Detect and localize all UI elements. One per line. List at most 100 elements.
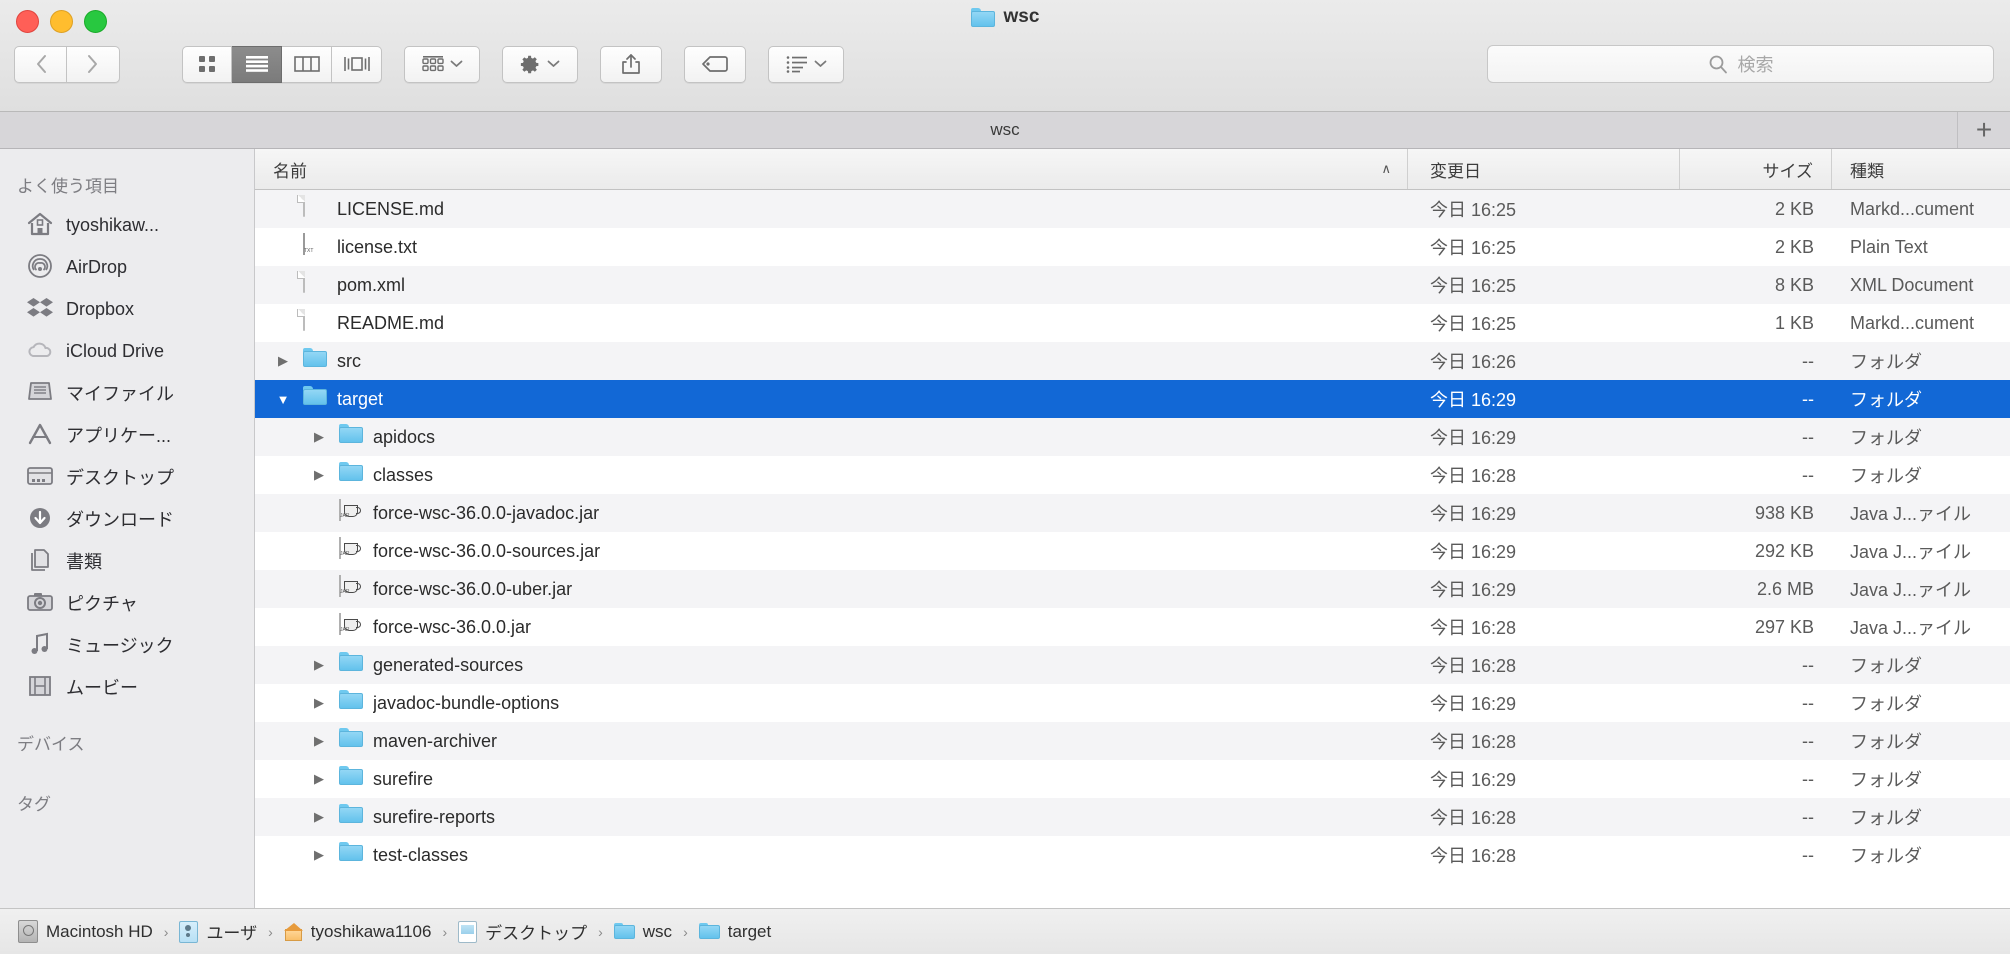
file-icon — [339, 462, 363, 488]
table-row[interactable]: pom.xml 今日 16:25 8 KB XML Document — [255, 266, 2010, 304]
back-button[interactable] — [14, 45, 67, 83]
cloud-icon — [26, 337, 54, 365]
file-icon — [339, 424, 363, 450]
sidebar-item-music[interactable]: ミュージック — [0, 624, 254, 666]
column-view-button[interactable] — [282, 45, 332, 83]
disclosure-triangle-collapsed-icon[interactable]: ▶ — [309, 771, 329, 787]
table-row[interactable]: JAR force-wsc-36.0.0-uber.jar 今日 16:29 2.6 … — [255, 570, 2010, 608]
disclosure-triangle-collapsed-icon[interactable]: ▶ — [309, 695, 329, 711]
path-bar-item[interactable]: ユーザ — [179, 919, 257, 944]
file-rows: LICENSE.md 今日 16:25 2 KB Markd...cument lice… — [255, 190, 2010, 908]
folder-icon — [970, 7, 995, 27]
path-bar-item[interactable]: Macintosh HD — [18, 920, 153, 943]
file-kind: フォルダ — [1850, 428, 1922, 448]
action-menu-button[interactable] — [502, 45, 578, 83]
disclosure-triangle-collapsed-icon[interactable]: ▶ — [309, 809, 329, 825]
table-row[interactable]: ▶ generated-sources 今日 16:28 -- フォルダ — [255, 646, 2010, 684]
file-icon — [303, 386, 327, 412]
document-icon — [303, 309, 305, 331]
table-row[interactable]: JAR force-wsc-36.0.0-javadoc.jar 今日 16:29 9… — [255, 494, 2010, 532]
table-row[interactable]: ▶ classes 今日 16:28 -- フォルダ — [255, 456, 2010, 494]
table-row[interactable]: README.md 今日 16:25 1 KB Markd...cument — [255, 304, 2010, 342]
share-button[interactable] — [600, 45, 662, 83]
sidebar-item-desktop[interactable]: デスクトップ — [0, 456, 254, 498]
table-row[interactable]: JAR force-wsc-36.0.0-sources.jar 今日 16:29 2… — [255, 532, 2010, 570]
table-row[interactable]: ▶ src 今日 16:26 -- フォルダ — [255, 342, 2010, 380]
icon-view-button[interactable] — [182, 45, 232, 83]
file-date-modified: 今日 16:28 — [1430, 466, 1517, 486]
forward-button[interactable] — [67, 45, 120, 83]
folder-icon — [698, 923, 720, 940]
sidebar-item-airdrop[interactable]: AirDrop — [0, 246, 254, 288]
disclosure-triangle-collapsed-icon[interactable]: ▶ — [309, 847, 329, 863]
disclosure-triangle-collapsed-icon[interactable]: ▶ — [273, 353, 293, 369]
coverflow-view-button[interactable] — [332, 45, 382, 83]
sidebar-item-documents[interactable]: 書類 — [0, 540, 254, 582]
disclosure-triangle-collapsed-icon[interactable]: ▶ — [309, 429, 329, 445]
tab-wsc[interactable]: wsc — [0, 120, 2010, 140]
tag-button[interactable] — [684, 45, 746, 83]
column-header-name[interactable]: 名前 ∧ — [255, 149, 1408, 189]
file-size: -- — [1802, 806, 1814, 827]
sidebar-item-movies[interactable]: ムービー — [0, 666, 254, 708]
list-options-button[interactable] — [768, 45, 844, 83]
column-header-kind[interactable]: 種類 — [1832, 149, 2010, 189]
file-name: LICENSE.md — [337, 198, 445, 219]
table-row[interactable]: ▶ apidocs 今日 16:29 -- フォルダ — [255, 418, 2010, 456]
table-row[interactable]: ▶ surefire-reports 今日 16:28 -- フォルダ — [255, 798, 2010, 836]
column-header-name-label: 名前 — [273, 161, 307, 181]
sidebar-item-label: ピクチャ — [66, 594, 138, 614]
file-icon — [303, 348, 327, 374]
disclosure-triangle-collapsed-icon[interactable]: ▶ — [309, 467, 329, 483]
table-row[interactable]: ▶ maven-archiver 今日 16:28 -- フォルダ — [255, 722, 2010, 760]
table-row[interactable]: ▶ test-classes 今日 16:28 -- フォルダ — [255, 836, 2010, 874]
folder-icon — [613, 923, 635, 940]
pictures-icon — [26, 589, 54, 617]
file-icon: JAR — [339, 499, 363, 526]
tab-bar: wsc + — [0, 112, 2010, 149]
disclosure-triangle-expanded-icon[interactable]: ▼ — [273, 392, 293, 407]
column-header-size[interactable]: サイズ — [1680, 149, 1832, 189]
file-date-modified: 今日 16:29 — [1430, 504, 1517, 524]
path-bar-item[interactable]: wsc — [613, 922, 672, 942]
column-header-date[interactable]: 変更日 — [1408, 149, 1680, 189]
list-options-group — [768, 45, 844, 83]
window-title: wsc — [0, 6, 2010, 28]
list-view-button[interactable] — [232, 45, 282, 83]
file-date-modified: 今日 16:25 — [1430, 238, 1517, 258]
file-list: 名前 ∧ 変更日 サイズ 種類 LICENSE.md 今日 16:25 2 KB Ma… — [255, 149, 2010, 908]
table-row[interactable]: LICENSE.md 今日 16:25 2 KB Markd...cument — [255, 190, 2010, 228]
file-kind: フォルダ — [1850, 732, 1922, 752]
sidebar-item-home[interactable]: tyoshikaw... — [0, 204, 254, 246]
search-field[interactable]: 検索 — [1487, 45, 1994, 83]
airdrop-icon — [26, 253, 54, 281]
file-date-modified: 今日 16:25 — [1430, 276, 1517, 296]
sidebar-item-dropbox[interactable]: Dropbox — [0, 288, 254, 330]
table-row[interactable]: license.txt 今日 16:25 2 KB Plain Text — [255, 228, 2010, 266]
table-row[interactable]: ▶ surefire 今日 16:29 -- フォルダ — [255, 760, 2010, 798]
file-icon — [339, 652, 363, 678]
sidebar-item-label: iCloud Drive — [66, 340, 165, 361]
sidebar-item-label: マイファイル — [66, 384, 174, 404]
sidebar-item-downloads[interactable]: ダウンロード — [0, 498, 254, 540]
document-icon — [303, 195, 305, 217]
table-row[interactable]: ▼ target 今日 16:29 -- フォルダ — [255, 380, 2010, 418]
table-row[interactable]: ▶ javadoc-bundle-options 今日 16:29 -- フォルダ — [255, 684, 2010, 722]
new-tab-button[interactable]: + — [1957, 112, 2010, 148]
list-view-icon — [245, 56, 268, 72]
disclosure-triangle-collapsed-icon[interactable]: ▶ — [309, 733, 329, 749]
sidebar-item-pictures[interactable]: ピクチャ — [0, 582, 254, 624]
path-bar-item[interactable]: tyoshikawa1106 — [283, 922, 431, 942]
sidebar-item-all-my-files[interactable]: マイファイル — [0, 372, 254, 414]
arrange-button[interactable] — [404, 45, 480, 83]
file-size: -- — [1802, 730, 1814, 751]
documents-icon — [26, 547, 54, 575]
sidebar-item-applications[interactable]: アプリケー... — [0, 414, 254, 456]
disclosure-triangle-collapsed-icon[interactable]: ▶ — [309, 657, 329, 673]
path-bar-item[interactable]: target — [698, 922, 771, 942]
file-name: src — [337, 350, 361, 371]
path-bar-item[interactable]: デスクトップ — [458, 919, 587, 944]
sidebar-item-icloud-drive[interactable]: iCloud Drive — [0, 330, 254, 372]
file-size: -- — [1802, 692, 1814, 713]
table-row[interactable]: JAR force-wsc-36.0.0.jar 今日 16:28 297 KB Jav… — [255, 608, 2010, 646]
